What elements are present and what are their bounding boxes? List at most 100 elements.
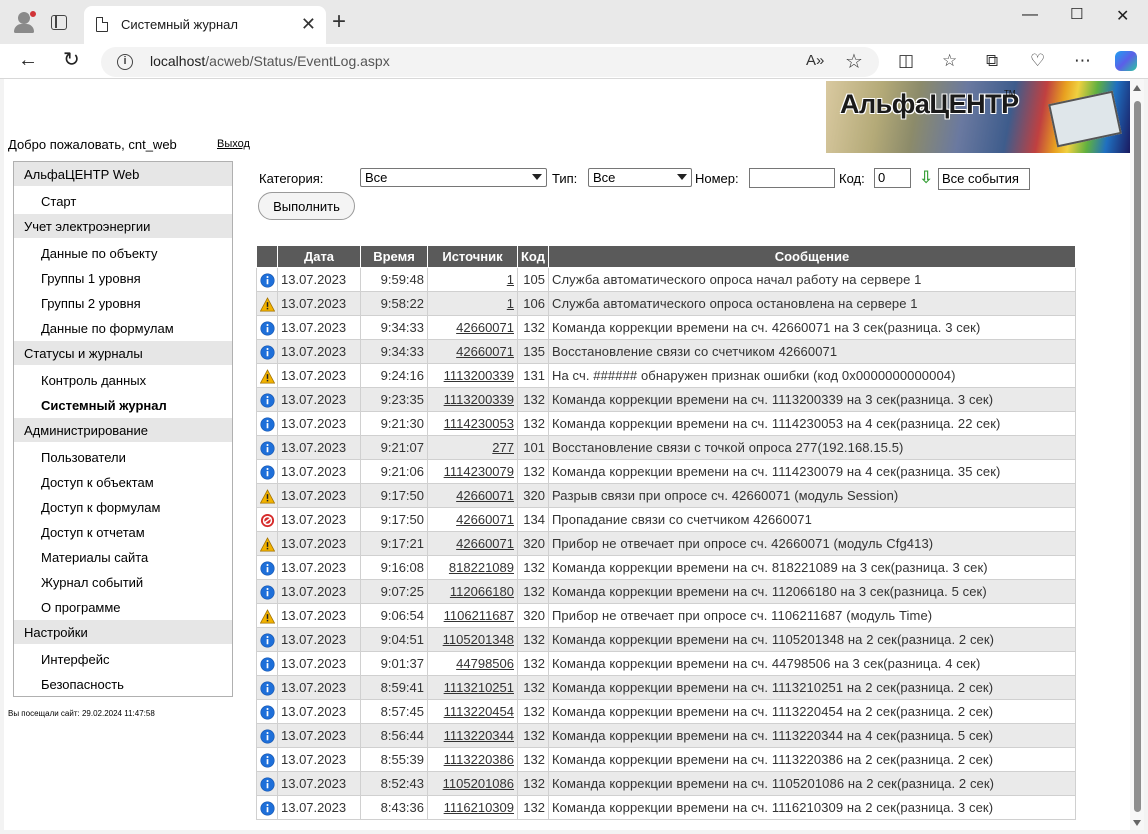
execute-button[interactable]: Выполнить [258,192,355,220]
sidebar-item[interactable]: Интерфейс [14,647,232,672]
browser-tab[interactable]: Системный журнал ✕ [84,6,326,44]
sidebar-group-header[interactable]: Статусы и журналы [14,341,232,366]
profile-icon[interactable] [12,10,37,34]
source-link[interactable]: 1116210309 [444,800,514,815]
date-cell: 13.07.2023 [277,699,361,724]
sidebar-item[interactable]: Доступ к отчетам [14,520,232,545]
source-link[interactable]: 1114230053 [444,416,514,431]
number-input[interactable] [749,168,835,188]
warning-icon [256,291,278,316]
sidebar-item[interactable]: Старт [14,189,232,214]
type-label: Тип: [552,171,578,186]
scrollbar-thumb[interactable] [1134,101,1141,812]
source-link[interactable]: 1113220454 [444,704,514,719]
message-cell: Команда коррекции времени на сч. 8182210… [547,555,1077,580]
all-events-button[interactable]: Все события [938,168,1030,190]
page-scrollbar[interactable] [1130,79,1144,830]
source-link[interactable]: 1106211687 [444,608,514,623]
browser-essentials-icon[interactable]: ♡ [1030,51,1045,71]
logout-link[interactable]: Выход [217,138,250,150]
error-icon [256,507,278,532]
source-link[interactable]: 1 [507,272,514,287]
scroll-down-icon[interactable] [1133,820,1141,826]
copilot-icon[interactable] [1115,51,1137,71]
refresh-icon[interactable]: ↻ [63,49,80,71]
sidebar-item[interactable]: Данные по формулам [14,316,232,341]
more-menu-icon[interactable]: ⋯ [1074,51,1091,71]
site-info-icon[interactable]: i [117,54,133,70]
source-link[interactable]: 277 [492,440,514,455]
new-tab-icon[interactable]: + [332,10,346,34]
category-select[interactable]: Все [360,168,547,187]
table-row: 13.07.2023 9:23:35 1113200339 132 Команда ко… [256,387,1077,412]
minimize-icon[interactable]: — [1022,6,1038,24]
source-link[interactable]: 44798506 [456,656,514,671]
source-link[interactable]: 1113220344 [444,728,514,743]
sidebar-item[interactable]: Пользователи [14,445,232,470]
source-column-header[interactable]: Источник [427,245,518,268]
sidebar-group-header[interactable]: Администрирование [14,418,232,443]
sidebar-item[interactable]: Группы 2 уровня [14,291,232,316]
window-close-icon[interactable]: ✕ [1116,6,1129,26]
sidebar-item[interactable]: О программе [14,595,232,620]
logo-trademark: TM [1004,89,1016,98]
time-cell: 8:57:45 [360,699,428,724]
message-cell: На сч. ###### обнаружен признак ошибки (… [547,363,1077,388]
source-link[interactable]: 42660071 [456,320,514,335]
favorite-star-icon[interactable]: ☆ [845,49,863,74]
source-link[interactable]: 1105201348 [443,632,514,647]
maximize-icon[interactable]: ☐ [1070,5,1083,23]
back-icon[interactable]: ← [18,49,38,71]
date-cell: 13.07.2023 [277,627,361,652]
collections-icon[interactable]: ⧉ [986,51,998,71]
source-link[interactable]: 112066180 [450,584,514,599]
code-input[interactable]: 0 [874,168,911,188]
table-row: 13.07.2023 8:57:45 1113220454 132 Команда ко… [256,699,1077,724]
sidebar-item[interactable]: Данные по объекту [14,241,232,266]
date-cell: 13.07.2023 [277,555,361,580]
source-link[interactable]: 1113200339 [444,368,514,383]
sidebar-group-header[interactable]: АльфаЦЕНТР Web [14,162,232,187]
sidebar-group-header[interactable]: Учет электроэнергии [14,214,232,239]
date-cell: 13.07.2023 [277,795,361,820]
date-cell: 13.07.2023 [277,531,361,556]
code-column-header[interactable]: Код [517,245,549,268]
source-link[interactable]: 1105201086 [443,776,514,791]
arrow-down-icon[interactable]: ⇩ [919,168,933,188]
tab-actions-icon[interactable] [51,15,67,30]
source-link[interactable]: 42660071 [456,488,514,503]
sidebar-item[interactable]: Группы 1 уровня [14,266,232,291]
info-icon [256,651,278,676]
info-icon [256,387,278,412]
scroll-up-icon[interactable] [1133,85,1141,91]
source-link[interactable]: 818221089 [449,560,514,575]
source-link[interactable]: 42660071 [456,344,514,359]
favorites-icon[interactable]: ☆ [942,51,957,71]
sidebar-group-header[interactable]: Настройки [14,620,232,645]
source-link[interactable]: 1113200339 [444,392,514,407]
type-select[interactable]: Все [588,168,692,187]
message-column-header[interactable]: Сообщение [547,245,1077,268]
sidebar-item[interactable]: Контроль данных [14,368,232,393]
sidebar-item[interactable]: Доступ к формулам [14,495,232,520]
source-link[interactable]: 42660071 [456,536,514,551]
date-column-header[interactable]: Дата [277,245,361,268]
url-text[interactable]: localhost/acweb/Status/EventLog.aspx [150,53,390,69]
sidebar-item[interactable]: Журнал событий [14,570,232,595]
sidebar-item[interactable]: Материалы сайта [14,545,232,570]
split-screen-icon[interactable]: ◫ [898,51,914,71]
source-link[interactable]: 1 [507,296,514,311]
read-aloud-icon[interactable]: A» [806,52,824,69]
sidebar-item[interactable]: Системный журнал [14,393,232,418]
sidebar-item[interactable]: Доступ к объектам [14,470,232,495]
sidebar-menu: АльфаЦЕНТР Web Старт Учет электроэнергии Да… [13,161,233,697]
message-cell: Команда коррекции времени на сч. 1114230… [547,411,1077,436]
time-column-header[interactable]: Время [360,245,428,268]
source-link[interactable]: 1113210251 [444,680,514,695]
sidebar-item[interactable]: Безопасность [14,672,232,697]
source-link[interactable]: 42660071 [456,512,514,527]
source-link[interactable]: 1113220386 [444,752,514,767]
source-link[interactable]: 1114230079 [444,464,514,479]
address-bar[interactable]: i localhost/acweb/Status/EventLog.aspx A… [101,47,879,77]
close-tab-icon[interactable]: ✕ [301,14,316,35]
